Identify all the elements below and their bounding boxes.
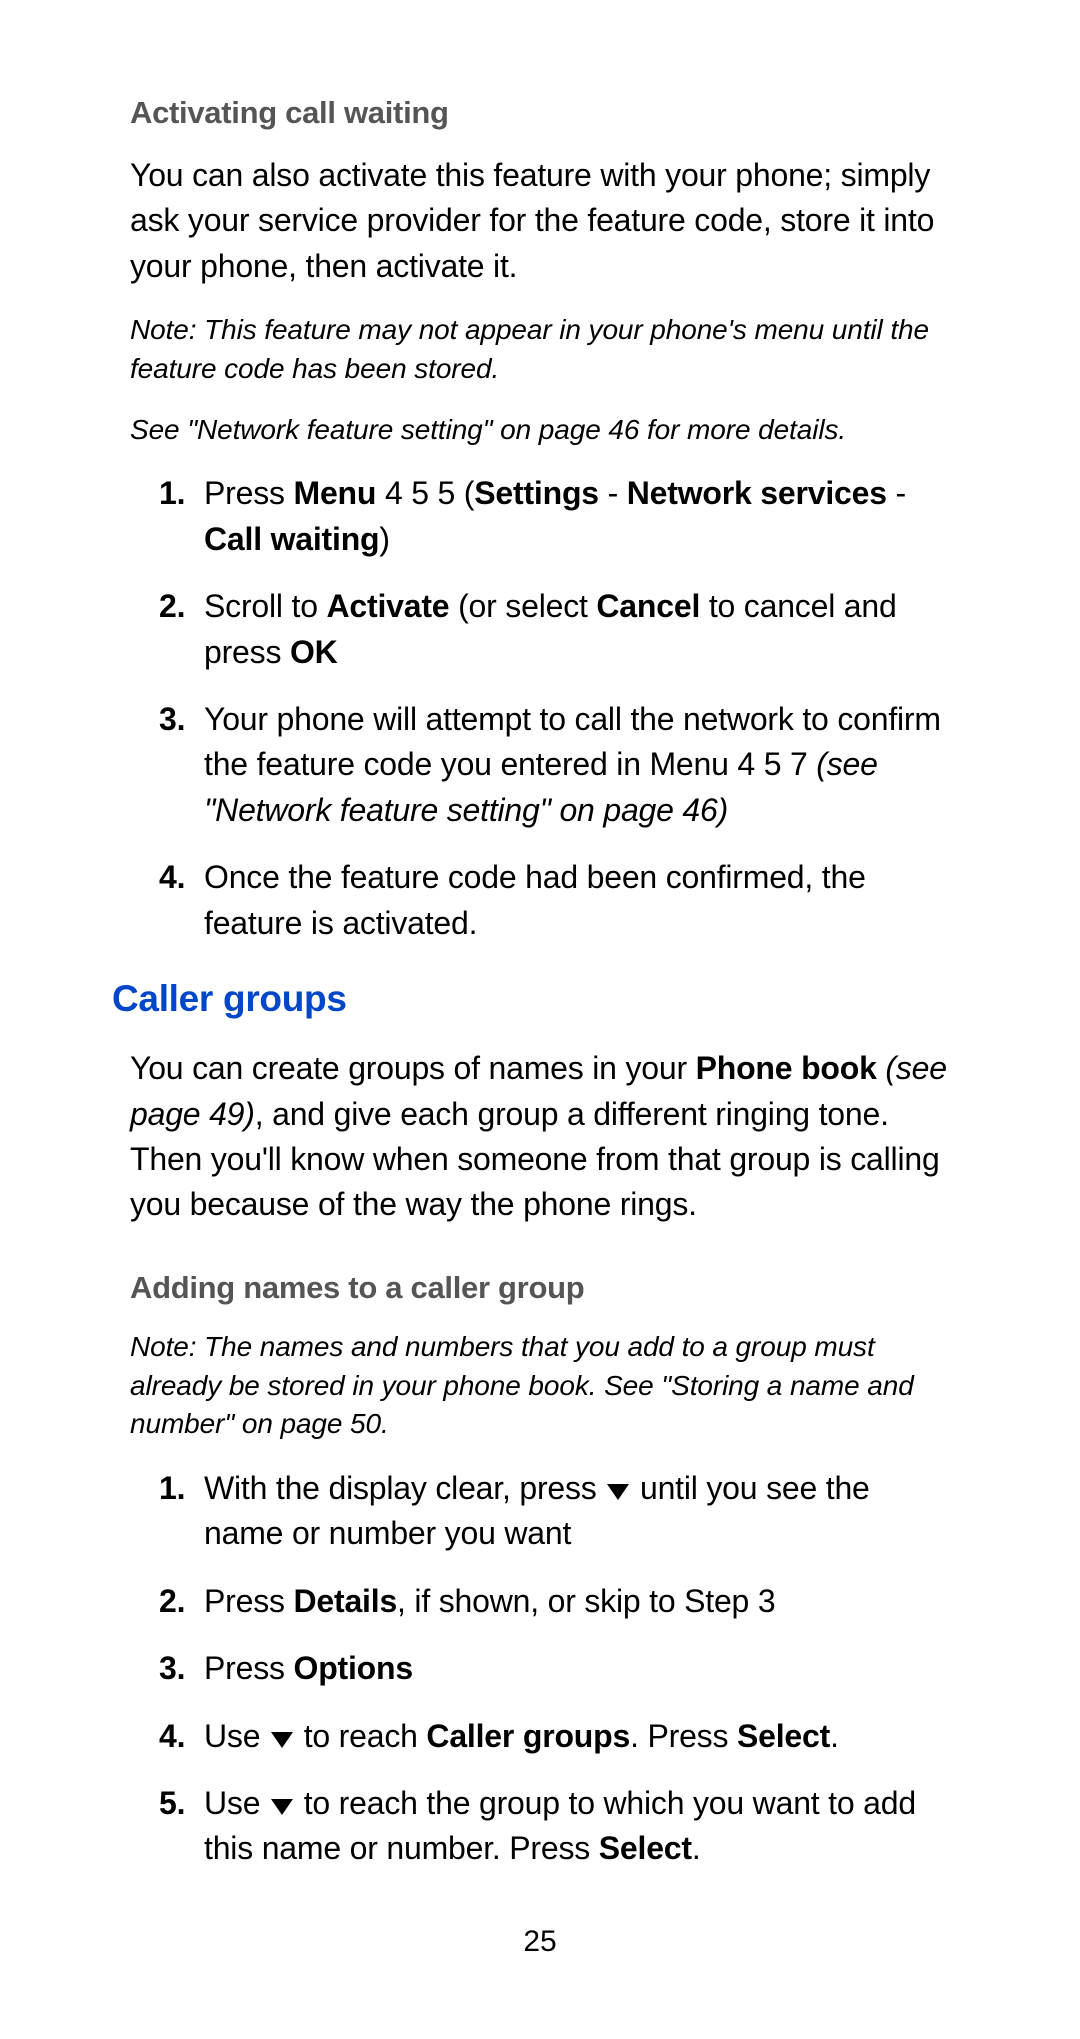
page-number: 25: [130, 1925, 950, 1979]
page-content: Activating call waiting You can also act…: [130, 95, 950, 1925]
cg-step-5: Use to reach the group to which you want…: [194, 1781, 950, 1872]
cg-step-1: With the display clear, press until you …: [194, 1466, 950, 1557]
intro-paragraph: You can also activate this feature with …: [130, 153, 950, 289]
section-heading-caller-groups: Caller groups: [112, 978, 950, 1020]
subheading-adding-names: Adding names to a caller group: [130, 1270, 950, 1306]
caller-groups-intro: You can create groups of names in your P…: [130, 1046, 950, 1228]
down-arrow-icon: [271, 1732, 293, 1748]
steps-list-call-waiting: Press Menu 4 5 5 (Settings - Network ser…: [130, 471, 950, 946]
subheading-activating-call-waiting: Activating call waiting: [130, 95, 950, 131]
step-3: Your phone will attempt to call the netw…: [194, 697, 950, 833]
cg-step-2: Press Details, if shown, or skip to Step…: [194, 1579, 950, 1624]
step-2: Scroll to Activate (or select Cancel to …: [194, 584, 950, 675]
step-1: Press Menu 4 5 5 (Settings - Network ser…: [194, 471, 950, 562]
steps-list-caller-group: With the display clear, press until you …: [130, 1466, 950, 1872]
down-arrow-icon: [607, 1484, 629, 1500]
cg-step-3: Press Options: [194, 1646, 950, 1691]
manual-page: Activating call waiting You can also act…: [0, 0, 1080, 2039]
note-feature-code: Note: This feature may not appear in you…: [130, 311, 950, 388]
cg-step-4: Use to reach Caller groups. Press Select…: [194, 1714, 950, 1759]
note-adding-names: Note: The names and numbers that you add…: [130, 1328, 950, 1444]
note-see-network-setting: See "Network feature setting" on page 46…: [130, 411, 950, 450]
step-4: Once the feature code had been confirmed…: [194, 855, 950, 946]
down-arrow-icon: [271, 1799, 293, 1815]
